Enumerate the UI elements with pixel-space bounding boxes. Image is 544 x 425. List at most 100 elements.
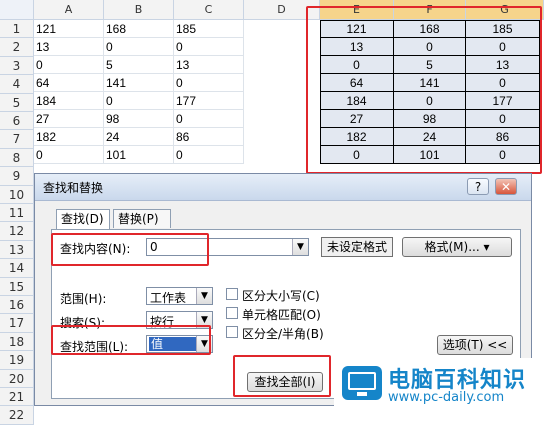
row-header[interactable]: 11 <box>0 204 34 223</box>
table-cell[interactable]: 13 <box>34 38 104 56</box>
tab-find[interactable]: 查找(D) <box>56 209 110 230</box>
row-header[interactable]: 4 <box>0 75 34 94</box>
selected-table-cell[interactable]: 141 <box>394 74 466 92</box>
search-order-select[interactable]: 按行 ▼ <box>146 311 213 329</box>
table-cell[interactable]: 101 <box>104 146 174 164</box>
row-header[interactable]: 22 <box>0 406 34 425</box>
table-cell[interactable]: 27 <box>34 110 104 128</box>
options-button[interactable]: 选项(T) << <box>437 335 513 355</box>
selected-table-cell[interactable]: 98 <box>394 110 466 128</box>
row-header[interactable]: 2 <box>0 38 34 57</box>
col-header-f[interactable]: F <box>394 0 466 20</box>
row-header[interactable]: 10 <box>0 185 34 204</box>
row-header[interactable]: 16 <box>0 296 34 315</box>
scope-dropdown-icon[interactable]: ▼ <box>196 288 212 304</box>
scope-select[interactable]: 工作表 ▼ <box>146 287 213 305</box>
table-cell[interactable]: 64 <box>34 74 104 92</box>
table-cell[interactable]: 168 <box>104 20 174 38</box>
scope-label: 范围(H): <box>60 292 107 306</box>
row-header[interactable]: 5 <box>0 93 34 112</box>
dialog-titlebar[interactable]: 查找和替换 ? ✕ <box>35 174 531 201</box>
table-cell[interactable]: 177 <box>174 92 244 110</box>
selected-table-cell[interactable]: 5 <box>394 56 466 74</box>
table-cell[interactable]: 0 <box>104 38 174 56</box>
select-all-corner[interactable] <box>0 0 34 20</box>
row-header[interactable]: 9 <box>0 167 34 186</box>
row-header[interactable]: 1 <box>0 20 34 39</box>
find-dropdown-icon[interactable]: ▼ <box>292 239 308 255</box>
table-cell[interactable]: 0 <box>34 56 104 74</box>
row-header[interactable]: 13 <box>0 240 34 260</box>
selected-table-cell[interactable]: 0 <box>394 92 466 110</box>
selected-table-cell[interactable]: 0 <box>320 56 394 74</box>
selected-table-cell[interactable]: 24 <box>394 128 466 146</box>
selected-table-cell[interactable]: 0 <box>466 110 540 128</box>
table-cell[interactable]: 185 <box>174 20 244 38</box>
match-width-checkbox[interactable] <box>226 326 238 338</box>
row-header[interactable]: 7 <box>0 130 34 149</box>
match-cell-checkbox[interactable] <box>226 307 238 319</box>
format-button[interactable]: 格式(M)... ▾ <box>402 237 512 257</box>
selected-table-cell[interactable]: 0 <box>320 146 394 164</box>
col-header-e[interactable]: E <box>320 0 394 20</box>
help-button[interactable]: ? <box>467 178 489 195</box>
selected-table-cell[interactable]: 0 <box>466 74 540 92</box>
col-header-c[interactable]: C <box>174 0 244 20</box>
table-cell[interactable]: 141 <box>104 74 174 92</box>
table-cell[interactable]: 0 <box>174 110 244 128</box>
row-header[interactable]: 17 <box>0 314 34 333</box>
selected-table-cell[interactable]: 182 <box>320 128 394 146</box>
find-all-button[interactable]: 查找全部(I) <box>247 372 323 392</box>
row-header[interactable]: 14 <box>0 259 34 278</box>
selected-table-cell[interactable]: 86 <box>466 128 540 146</box>
table-cell[interactable]: 0 <box>34 146 104 164</box>
search-dropdown-icon[interactable]: ▼ <box>196 312 212 328</box>
col-header-d[interactable]: D <box>244 0 320 20</box>
table-cell[interactable]: 0 <box>174 38 244 56</box>
selected-table-cell[interactable]: 13 <box>320 38 394 56</box>
row-header[interactable]: 15 <box>0 277 34 296</box>
selected-table-cell[interactable]: 64 <box>320 74 394 92</box>
selected-table-cell[interactable]: 101 <box>394 146 466 164</box>
table-cell[interactable]: 86 <box>174 128 244 146</box>
row-header[interactable]: 6 <box>0 112 34 131</box>
col-header-b[interactable]: B <box>104 0 174 20</box>
row-header[interactable]: 12 <box>0 222 34 241</box>
selected-table-cell[interactable]: 185 <box>466 20 540 38</box>
search-order-value: 按行 <box>150 315 175 329</box>
look-in-select[interactable]: 值 ▼ <box>146 335 213 353</box>
row-header[interactable]: 3 <box>0 56 34 76</box>
table-cell[interactable]: 182 <box>34 128 104 146</box>
selected-table-cell[interactable]: 177 <box>466 92 540 110</box>
selected-table-cell[interactable]: 121 <box>320 20 394 38</box>
tab-replace[interactable]: 替换(P) <box>113 209 171 228</box>
col-header-a[interactable]: A <box>34 0 104 20</box>
match-case-checkbox[interactable] <box>226 288 238 300</box>
selected-table-cell[interactable]: 13 <box>466 56 540 74</box>
row-header[interactable]: 19 <box>0 351 34 370</box>
row-header[interactable]: 18 <box>0 332 34 352</box>
table-cell[interactable]: 24 <box>104 128 174 146</box>
table-cell[interactable]: 121 <box>34 20 104 38</box>
table-cell[interactable]: 98 <box>104 110 174 128</box>
row-header[interactable]: 8 <box>0 148 34 168</box>
scope-value: 工作表 <box>150 291 187 305</box>
table-cell[interactable]: 13 <box>174 56 244 74</box>
table-cell[interactable]: 0 <box>174 74 244 92</box>
col-header-g[interactable]: G <box>466 0 544 20</box>
table-cell[interactable]: 5 <box>104 56 174 74</box>
selected-table-cell[interactable]: 27 <box>320 110 394 128</box>
selected-table-cell[interactable]: 0 <box>466 38 540 56</box>
close-button[interactable]: ✕ <box>495 178 517 195</box>
look-in-dropdown-icon[interactable]: ▼ <box>196 336 212 352</box>
table-cell[interactable]: 0 <box>104 92 174 110</box>
selected-table-cell[interactable]: 184 <box>320 92 394 110</box>
selected-table-cell[interactable]: 0 <box>466 146 540 164</box>
table-cell[interactable]: 184 <box>34 92 104 110</box>
row-header[interactable]: 21 <box>0 388 34 407</box>
selected-table-cell[interactable]: 0 <box>394 38 466 56</box>
row-header[interactable]: 20 <box>0 369 34 388</box>
find-what-input[interactable]: 0 ▼ <box>146 238 309 256</box>
selected-table-cell[interactable]: 168 <box>394 20 466 38</box>
table-cell[interactable]: 0 <box>174 146 244 164</box>
